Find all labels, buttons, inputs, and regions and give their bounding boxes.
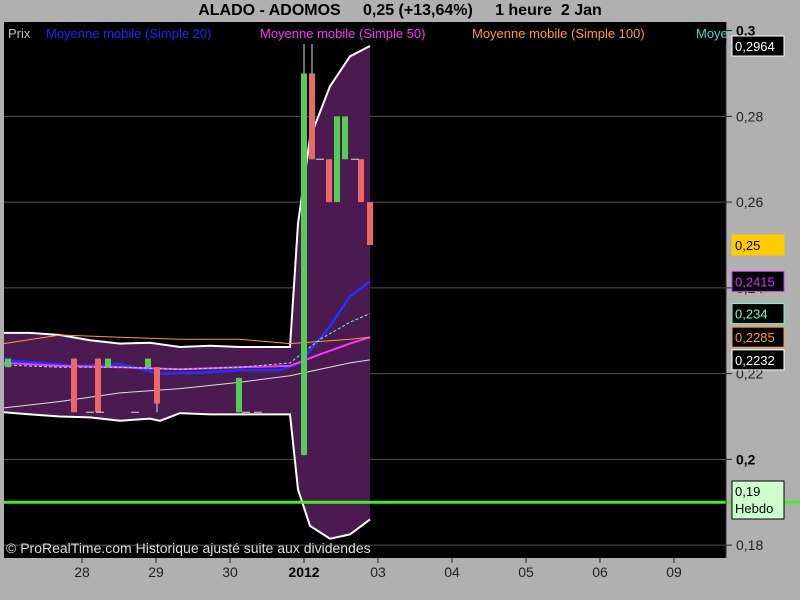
x-tick-label: 29 [148, 564, 164, 580]
x-tick-label: 09 [666, 564, 682, 580]
y-tick-label: 0,2 [736, 451, 756, 467]
candle-up [301, 73, 307, 456]
candle-down [326, 159, 332, 203]
x-tick-label: 05 [518, 564, 534, 580]
x-axis: 28 29 30 2012 03 04 05 06 09 [74, 558, 682, 580]
candle-up [145, 358, 151, 368]
candle-down [358, 159, 364, 203]
hline-label-name: Hebdo [735, 501, 773, 516]
hline-label: 0,19 Hebdo [731, 480, 785, 520]
x-tick-label: 06 [592, 564, 608, 580]
x-tick-label: 2012 [288, 564, 319, 580]
candle-down [154, 367, 160, 404]
y-tick-label: 0,18 [736, 537, 763, 553]
candle-up [342, 116, 348, 160]
price-label-text: 0,2964 [735, 39, 775, 54]
candle-down [71, 358, 77, 413]
hline-label-value: 0,19 [735, 484, 760, 499]
candle-up [236, 377, 242, 413]
candle-down [367, 202, 373, 245]
x-tick-label: 03 [370, 564, 386, 580]
legend-entry: Moyenne mobile (Simple 50) [260, 26, 425, 41]
y-tick-label: 0,26 [736, 194, 763, 210]
price-label-text: 0,234 [735, 307, 768, 322]
legend-entry: Moye [696, 26, 728, 41]
candle-up [334, 116, 340, 203]
legend-entry: Moyenne mobile (Simple 100) [472, 26, 645, 41]
legend-entry: Prix [8, 26, 31, 41]
price-label-text: 0,2232 [735, 353, 775, 368]
candle-down [309, 73, 315, 160]
y-tick-label: 0,28 [736, 108, 763, 124]
price-label-text: 0,25 [735, 238, 760, 253]
copyright-text: © ProRealTime.com Historique ajusté suit… [6, 540, 371, 556]
x-tick-label: 30 [222, 564, 238, 580]
legend-entry: Moyenne mobile (Simple 20) [46, 26, 211, 41]
price-chart[interactable]: 0,30,280,260,240,220,20,18 2829302012030… [0, 0, 800, 600]
candle-up [105, 358, 111, 368]
x-tick-label: 28 [74, 564, 90, 580]
price-label-text: 0,2415 [735, 274, 775, 289]
candle-down [95, 358, 101, 413]
legend: Prix Moyenne mobile (Simple 20) Moyenne mo… [4, 22, 728, 44]
candle-up [5, 358, 11, 368]
price-label-text: 0,2285 [735, 330, 775, 345]
x-tick-label: 04 [444, 564, 460, 580]
